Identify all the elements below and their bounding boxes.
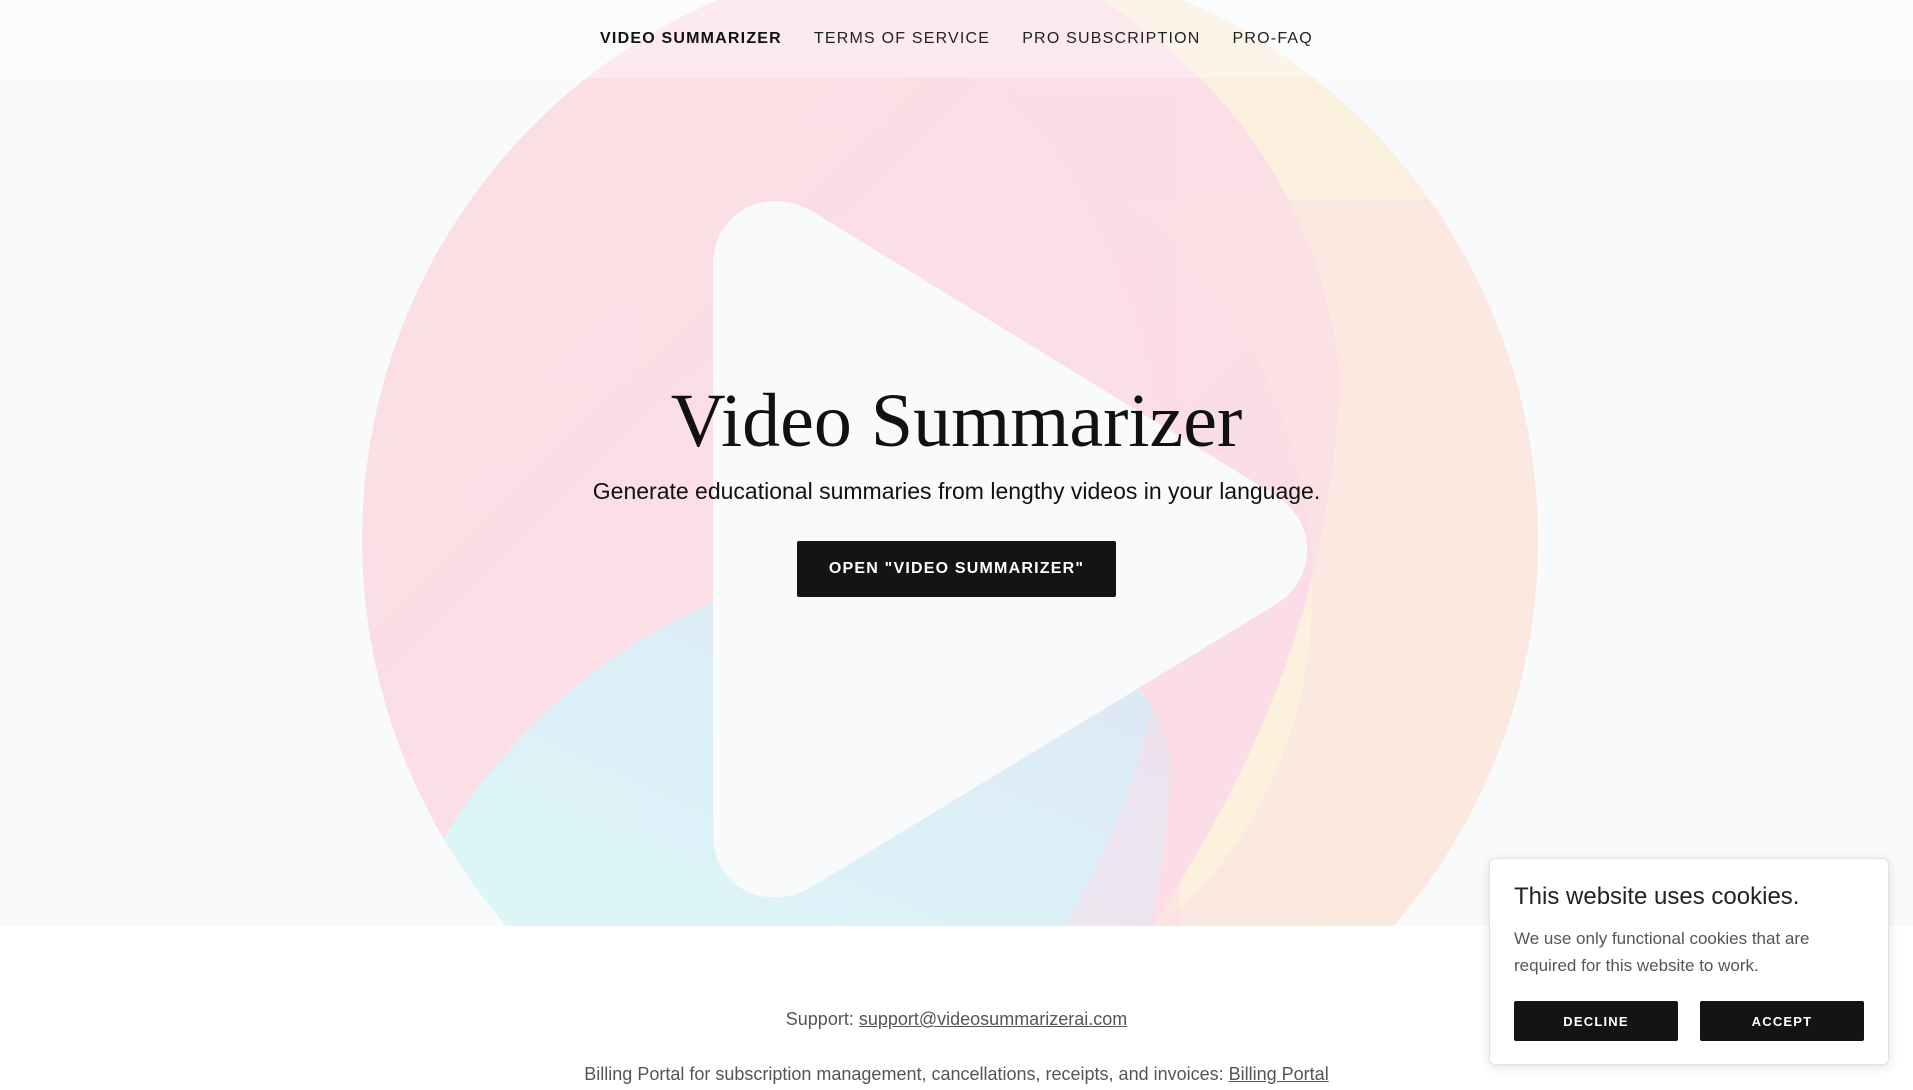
nav-item-video-summarizer[interactable]: VIDEO SUMMARIZER: [600, 30, 782, 48]
top-nav: VIDEO SUMMARIZER TERMS OF SERVICE PRO SU…: [0, 0, 1913, 78]
billing-text: Billing Portal for subscription manageme…: [584, 1064, 1224, 1084]
hero-subtitle: Generate educational summaries from leng…: [592, 477, 1321, 504]
nav-item-terms-of-service[interactable]: TERMS OF SERVICE: [814, 30, 990, 48]
hero-section: VIDEO SUMMARIZER TERMS OF SERVICE PRO SU…: [0, 0, 1913, 926]
support-email-link[interactable]: support@videosummarizerai.com: [859, 1009, 1127, 1029]
cookie-text: We use only functional cookies that are …: [1514, 929, 1810, 975]
billing-line: Billing Portal for subscription manageme…: [0, 1064, 1913, 1085]
cookie-title: This website uses cookies.: [1514, 883, 1800, 910]
decline-button[interactable]: DECLINE: [1514, 1001, 1678, 1041]
hero-content: Video Summarizer Generate educational su…: [0, 379, 1913, 597]
billing-portal-link[interactable]: Billing Portal: [1229, 1064, 1329, 1084]
nav-item-pro-faq[interactable]: PRO-FAQ: [1233, 30, 1313, 48]
cookie-banner: This website uses cookies. We use only f…: [1489, 858, 1889, 1065]
support-label: Support:: [785, 1009, 854, 1029]
open-video-summarizer-button[interactable]: OPEN "VIDEO SUMMARIZER": [796, 540, 1117, 597]
page-title: Video Summarizer: [670, 379, 1243, 463]
nav-item-pro-subscription[interactable]: PRO SUBSCRIPTION: [1022, 30, 1200, 48]
accept-button[interactable]: ACCEPT: [1700, 1001, 1864, 1041]
cookie-buttons: DECLINE ACCEPT: [1514, 1001, 1864, 1041]
